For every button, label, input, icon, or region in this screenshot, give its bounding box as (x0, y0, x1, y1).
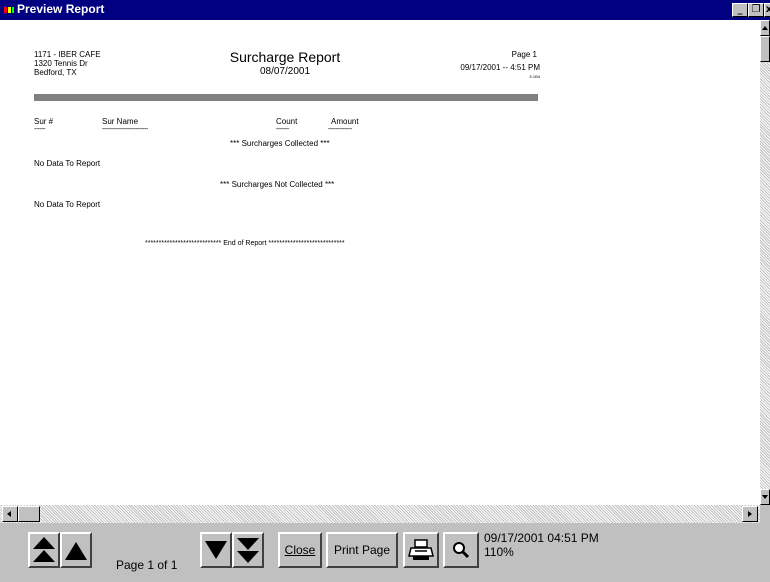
end-of-report: **************************** End of Repo… (145, 240, 345, 247)
column-header-count: Count (276, 117, 298, 126)
store-info: 1171 - IBER CAFE 1320 Tennis Dr Bedford,… (34, 50, 101, 77)
arrow-down-icon (762, 495, 768, 499)
horizontal-scroll-thumb[interactable] (18, 506, 40, 522)
store-line-3: Bedford, TX (34, 68, 77, 77)
report-page: 1171 - IBER CAFE 1320 Tennis Dr Bedford,… (0, 20, 760, 505)
maximize-button[interactable]: ❐ (748, 3, 764, 17)
column-underline-amount: ------------- (328, 126, 352, 133)
close-icon: x (765, 4, 770, 15)
arrow-up-icon (762, 26, 768, 30)
column-header-sur-name: Sur Name (102, 117, 139, 126)
report-title: Surcharge Report (229, 49, 341, 65)
print-button[interactable] (403, 532, 439, 568)
column-underline-count: ------- (276, 126, 289, 133)
horizontal-scrollbar[interactable] (0, 505, 760, 523)
minimize-button[interactable]: _ (732, 3, 748, 17)
arrow-left-icon (7, 511, 11, 517)
previous-page-icon (65, 542, 87, 560)
close-button-label: Close (284, 543, 316, 557)
page-indicator: Page 1 of 1 (116, 558, 178, 572)
first-page-button[interactable] (28, 532, 60, 568)
previous-page-button[interactable] (60, 532, 92, 568)
vertical-scrollbar[interactable] (760, 20, 770, 505)
store-line-1: 1171 - IBER CAFE (34, 50, 101, 59)
magnifier-icon (453, 542, 470, 559)
report-printed-datetime: 09/17/2001 -- 4:51 PM (460, 63, 540, 72)
zoom-button[interactable] (443, 532, 479, 568)
store-line-2: 1320 Tennis Dr (34, 59, 88, 68)
print-page-button[interactable]: Print Page (326, 532, 398, 568)
app-icon (4, 7, 14, 13)
close-window-button[interactable]: x (764, 3, 770, 17)
minimize-icon: _ (737, 4, 743, 15)
print-page-label: Print Page (333, 543, 391, 557)
title-bar: Preview Report _ ❐ x (0, 0, 770, 20)
section-header-collected: *** Surcharges Collected *** (230, 139, 330, 148)
column-header-amount: Amount (331, 117, 359, 126)
vertical-scroll-thumb[interactable] (760, 36, 770, 62)
arrow-right-icon (748, 511, 752, 517)
printer-icon (408, 539, 434, 560)
scroll-up-button[interactable] (760, 20, 770, 36)
restore-icon: ❐ (751, 4, 761, 15)
scroll-down-button[interactable] (760, 489, 770, 505)
column-underline-sur-name: ------------------------- (102, 126, 148, 133)
header-divider-bar (34, 94, 538, 101)
not-collected-no-data: No Data To Report (34, 200, 101, 209)
report-viewport: 1171 - IBER CAFE 1320 Tennis Dr Bedford,… (0, 20, 760, 505)
close-button[interactable]: Close (278, 532, 322, 568)
report-version: 5.1B4 (529, 74, 540, 79)
status-datetime: 09/17/2001 04:51 PM (484, 531, 599, 545)
scrollbar-corner (760, 505, 770, 523)
last-page-button[interactable] (232, 532, 264, 568)
scroll-left-button[interactable] (2, 506, 18, 522)
collected-no-data: No Data To Report (34, 159, 101, 168)
next-page-button[interactable] (200, 532, 232, 568)
last-page-icon (237, 538, 259, 563)
bottom-toolbar: Page 1 of 1 Close Print Page 09/17/2001 … (0, 523, 770, 582)
first-page-icon (33, 537, 55, 562)
column-header-sur-num: Sur # (34, 117, 54, 126)
zoom-level: 110% (484, 545, 514, 559)
next-page-icon (205, 541, 227, 559)
report-date: 08/07/2001 (259, 66, 311, 77)
scroll-right-button[interactable] (742, 506, 758, 522)
window-title: Preview Report (17, 2, 105, 16)
section-header-not-collected: *** Surcharges Not Collected *** (220, 180, 335, 189)
report-page-label: Page 1 (511, 50, 537, 59)
column-underline-sur-num: ------ (34, 126, 46, 133)
status-panel: 09/17/2001 04:51 PM 110% (484, 531, 599, 559)
